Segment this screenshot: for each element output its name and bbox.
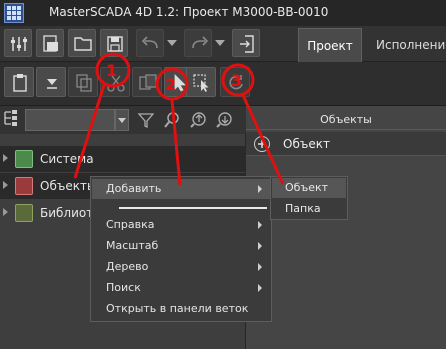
objects-toolbar: [0, 62, 446, 106]
submenu-arrow-icon: [258, 284, 262, 292]
tab-project[interactable]: Проект: [298, 28, 362, 62]
submenu-arrow-icon: [258, 221, 262, 229]
search-down-icon[interactable]: [214, 110, 234, 130]
add-submenu: Объект Папка: [270, 176, 348, 220]
menu-item-help[interactable]: Справка: [92, 215, 270, 235]
move-down-icon[interactable]: [36, 67, 66, 97]
redo-dropdown-icon[interactable]: [214, 29, 226, 57]
library-icon: [15, 204, 33, 222]
export-icon[interactable]: [232, 29, 260, 57]
tree-filter-icon[interactable]: [2, 109, 22, 129]
expand-arrow-icon[interactable]: [3, 208, 8, 216]
search-icon[interactable]: [162, 110, 182, 130]
tree-item-system[interactable]: Система: [0, 146, 246, 172]
copy-icon[interactable]: [68, 67, 98, 97]
menu-item-label: Справка: [106, 218, 155, 231]
undo-icon[interactable]: [136, 29, 164, 57]
submenu-arrow-icon: [258, 185, 262, 193]
open-project-icon[interactable]: [36, 29, 64, 57]
system-icon: [15, 150, 33, 168]
save-icon[interactable]: [100, 29, 128, 57]
add-object-label: Объект: [283, 137, 330, 151]
menu-item-label: Добавить: [106, 182, 162, 195]
expand-arrow-icon[interactable]: [3, 181, 8, 189]
title-bar: MasterSCADA 4D 1.2: Проект M3000-BB-0010: [0, 0, 446, 26]
menu-item-open-in-branch-panel[interactable]: Открыть в панели веток: [92, 299, 270, 319]
tree-item-label: Объекты: [40, 179, 97, 193]
tree-item-label: Система: [40, 152, 94, 166]
menu-item-label: Поиск: [106, 281, 141, 294]
menu-item-tree[interactable]: Дерево: [92, 257, 270, 277]
menu-item-label: Папка: [285, 202, 321, 215]
objects-icon: [15, 177, 33, 195]
app-icon[interactable]: [4, 3, 24, 23]
redo-icon[interactable]: [184, 29, 212, 57]
tree-search-bar: [0, 106, 246, 134]
menu-item-add[interactable]: Добавить: [92, 179, 270, 199]
context-menu: Добавить Справка Масштаб Дерево Поиск От…: [90, 176, 272, 322]
refresh-icon[interactable]: [220, 67, 250, 97]
submenu-arrow-icon: [258, 263, 262, 271]
window-title: MasterSCADA 4D 1.2: Проект M3000-BB-0010: [49, 5, 329, 19]
submenu-arrow-icon: [258, 242, 262, 250]
objects-panel: Объекты Объект: [246, 106, 446, 349]
pointer-frame-icon[interactable]: [186, 67, 216, 97]
chevron-down-icon[interactable]: [115, 109, 129, 131]
clipboard-icon[interactable]: [4, 67, 34, 97]
submenu-item-folder[interactable]: Папка: [272, 199, 346, 219]
undo-dropdown-icon[interactable]: [166, 29, 178, 57]
menu-item-zoom[interactable]: Масштаб: [92, 236, 270, 256]
submenu-item-object[interactable]: Объект: [272, 178, 346, 198]
menu-separator: [119, 207, 267, 209]
expand-arrow-icon[interactable]: [3, 154, 8, 162]
add-icon[interactable]: [254, 136, 270, 152]
properties-icon[interactable]: [4, 29, 32, 57]
funnel-icon[interactable]: [136, 110, 156, 130]
search-up-icon[interactable]: [188, 110, 208, 130]
menu-item-label: Объект: [285, 181, 329, 194]
menu-item-search[interactable]: Поиск: [92, 278, 270, 298]
tree-search-input[interactable]: [25, 109, 115, 131]
panel-title: Объекты: [246, 110, 446, 130]
cut-icon[interactable]: [100, 67, 130, 97]
menu-item-label: Масштаб: [106, 239, 159, 252]
menu-item-label: Дерево: [106, 260, 149, 273]
add-object-row[interactable]: Объект: [246, 132, 446, 156]
duplicate-icon[interactable]: [132, 67, 162, 97]
menu-item-label: Открыть в панели веток: [106, 302, 249, 315]
tab-execution[interactable]: Исполнение: [364, 28, 446, 62]
open-folder-icon[interactable]: [68, 29, 96, 57]
